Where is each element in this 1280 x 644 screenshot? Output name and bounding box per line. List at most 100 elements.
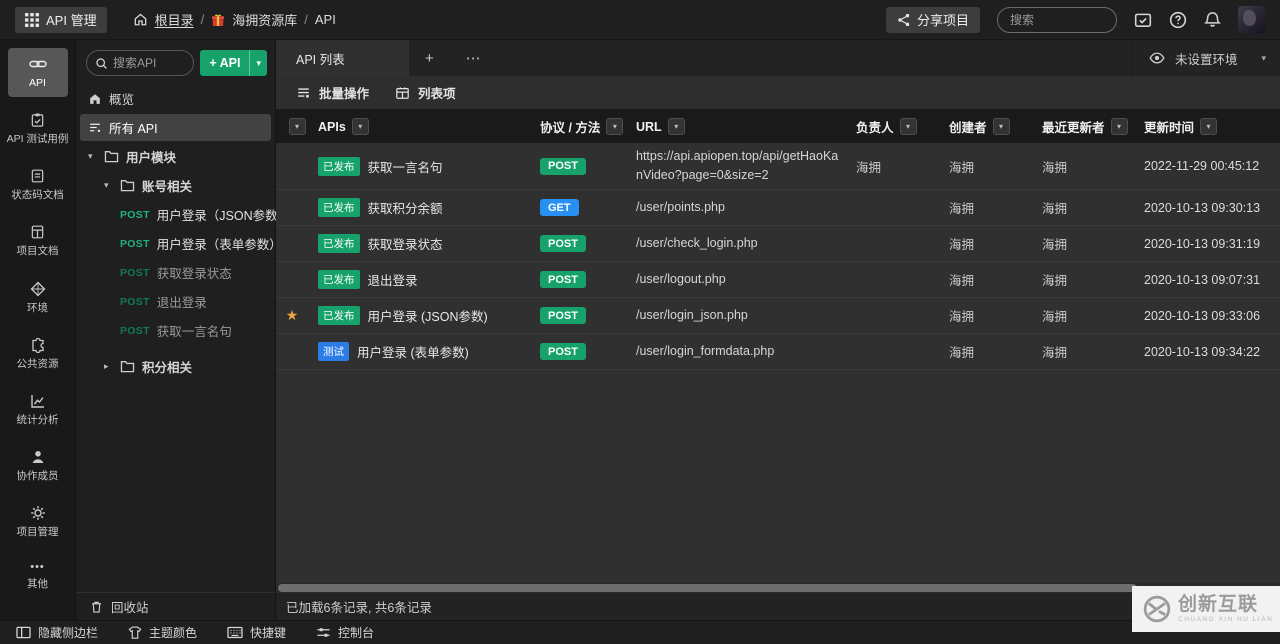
tree-api-item[interactable]: POST 获取登录状态 <box>80 259 271 286</box>
api-search-box[interactable] <box>86 50 195 76</box>
breadcrumb-page: API <box>314 12 336 27</box>
table-row[interactable]: 已发布 获取积分余额 GET /user/points.php 海拥 海拥 202… <box>276 190 1280 226</box>
sidebar-item-project-doc[interactable]: 项目文档 <box>8 216 68 265</box>
tree-api-item[interactable]: POST 退出登录 <box>80 288 271 315</box>
scrollbar-thumb[interactable] <box>278 584 1137 592</box>
method-badge: POST <box>540 271 586 288</box>
sidebar-item-members[interactable]: 协作成员 <box>8 441 68 490</box>
breadcrumb-root[interactable]: 根目录 <box>155 10 194 29</box>
select-all-dropdown[interactable]: ▾ <box>288 118 306 135</box>
add-api-button[interactable]: + API ▾ <box>200 50 267 76</box>
statistics-chart-icon <box>30 394 44 408</box>
col-updated-filter[interactable]: ▾ <box>1200 118 1218 135</box>
folder-icon <box>104 151 119 163</box>
col-updater: 最近更新者 <box>1042 121 1105 135</box>
table-header: ▾ APIs ▾ 协议 / 方法 ▾ URL ▾ 负责人 ▾ 创建者 ▾ 最近更新者 ▾ 更… <box>276 110 1280 143</box>
horizontal-scrollbar <box>276 583 1280 593</box>
public-resources-puzzle-icon <box>31 337 44 353</box>
folder-icon <box>120 180 135 192</box>
console-button[interactable]: 控制台 <box>316 624 374 641</box>
col-owner-filter[interactable]: ▾ <box>899 118 917 135</box>
table-row[interactable]: 已发布 获取一言名句 POST https://api.apiopen.top/a… <box>276 143 1280 190</box>
share-project-button[interactable]: 分享项目 <box>885 6 980 33</box>
environment-gem-icon <box>30 281 45 296</box>
test-case-icon <box>31 113 44 127</box>
recycle-bin-button[interactable]: 回收站 <box>76 592 275 620</box>
sidebar-item-status-doc[interactable]: 状态码文档 <box>8 160 68 209</box>
trash-icon <box>92 601 101 613</box>
user-avatar[interactable] <box>1238 5 1266 34</box>
tree-item-overview[interactable]: 概览 <box>80 85 271 112</box>
api-search-input[interactable] <box>113 56 183 70</box>
tab-api-list[interactable]: API 列表 <box>276 40 409 76</box>
sidebar-item-more[interactable]: ••• 其他 <box>8 553 68 598</box>
batch-actions-button[interactable]: 批量操作 <box>296 83 369 102</box>
col-updated: 更新时间 <box>1144 121 1195 135</box>
breadcrumb: 根目录 / 海拥资源库 / API <box>133 10 336 29</box>
tree-folder-points[interactable]: ▸ 积分相关 <box>80 353 271 380</box>
status-badge: 已发布 <box>318 198 360 217</box>
help-icon[interactable] <box>1169 11 1187 29</box>
table-row[interactable]: 测试 用户登录 (表单参数) POST /user/login_formdata.… <box>276 334 1280 370</box>
col-updater-filter[interactable]: ▾ <box>1110 118 1128 135</box>
global-search-input[interactable] <box>997 6 1117 33</box>
columns-grid-icon <box>396 86 409 99</box>
list-toolbar: 批量操作 列表项 <box>276 76 1280 110</box>
status-badge: 已发布 <box>318 270 360 289</box>
sidebar-item-public-resources[interactable]: 公共资源 <box>8 329 68 378</box>
sidebar-item-project-settings[interactable]: 项目管理 <box>8 497 68 546</box>
status-doc-icon <box>31 169 44 183</box>
col-creator: 创建者 <box>949 121 987 135</box>
environment-selector[interactable]: 未设置环境 ▾ <box>1131 40 1280 76</box>
status-badge: 已发布 <box>318 306 360 325</box>
nav-sidebar: API API 测试用例 状态码文档 项目文档 环境 公共资源 统计分析 协作成… <box>0 40 76 620</box>
batch-list-icon <box>298 87 309 98</box>
shortcuts-button[interactable]: 快捷键 <box>227 624 286 641</box>
changelog-icon[interactable] <box>1134 11 1152 29</box>
environment-caret-icon: ▾ <box>1261 52 1266 63</box>
api-table-body: 已发布 获取一言名句 POST https://api.apiopen.top/a… <box>276 143 1280 370</box>
chevron-down-icon[interactable]: ▾ <box>104 180 113 191</box>
notifications-bell-icon[interactable] <box>1204 11 1221 28</box>
all-apis-filter-icon <box>90 123 100 132</box>
app-menu-button[interactable]: API 管理 <box>15 6 107 33</box>
sidebar-item-api[interactable]: API <box>7 48 68 98</box>
sidebar-item-statistics[interactable]: 统计分析 <box>8 385 68 434</box>
top-bar: API 管理 根目录 / 海拥资源库 / API 分享项目 <box>0 0 1280 40</box>
table-row[interactable]: 已发布 获取登录状态 POST /user/check_login.php 海拥 … <box>276 226 1280 262</box>
table-row[interactable]: ★ 已发布 用户登录 (JSON参数) POST /user/login_json… <box>276 298 1280 334</box>
breadcrumb-project[interactable]: 海拥资源库 <box>232 10 297 29</box>
status-badge: 测试 <box>318 342 349 361</box>
tree-folder-account[interactable]: ▾ 账号相关 <box>80 172 271 199</box>
favorite-star-icon[interactable]: ★ <box>286 307 299 324</box>
hide-sidebar-button[interactable]: 隐藏侧边栏 <box>16 624 98 641</box>
col-method: 协议 / 方法 <box>540 121 601 135</box>
col-apis: APIs <box>318 119 346 134</box>
tree-api-item[interactable]: POST 获取一言名句 <box>80 317 271 344</box>
col-url-filter[interactable]: ▾ <box>667 118 685 135</box>
share-project-label: 分享项目 <box>916 13 969 28</box>
chevron-down-icon[interactable]: ▾ <box>88 151 97 162</box>
table-row[interactable]: 已发布 退出登录 POST /user/logout.php 海拥 海拥 2020… <box>276 262 1280 298</box>
add-api-caret-icon[interactable]: ▾ <box>249 50 267 76</box>
tree-folder-user-module[interactable]: ▾ 用户模块 <box>80 143 271 170</box>
method-badge: GET <box>540 199 579 216</box>
tree-api-item[interactable]: POST 用户登录（表单参数） <box>80 230 282 257</box>
environment-label: 未设置环境 <box>1174 52 1238 67</box>
list-columns-button[interactable]: 列表项 <box>395 83 456 102</box>
tab-overflow-button[interactable]: ⋯ <box>450 40 497 76</box>
sidebar-item-test-cases[interactable]: API 测试用例 <box>7 104 68 153</box>
theme-color-button[interactable]: 主题颜色 <box>128 624 197 641</box>
col-owner: 负责人 <box>856 121 894 135</box>
more-dots-icon: ••• <box>30 561 45 574</box>
col-method-filter[interactable]: ▾ <box>606 118 624 135</box>
watermark-logo-icon <box>1143 595 1171 623</box>
tree-item-all-apis[interactable]: 所有 API <box>80 114 271 141</box>
col-creator-filter[interactable]: ▾ <box>992 118 1010 135</box>
col-apis-filter[interactable]: ▾ <box>351 118 369 135</box>
project-settings-gear-icon <box>30 506 45 520</box>
new-tab-button[interactable]: + <box>409 40 450 76</box>
sidebar-item-environment[interactable]: 环境 <box>8 273 68 322</box>
tree-api-item[interactable]: POST 用户登录（JSON参数） <box>80 201 290 228</box>
chevron-right-icon[interactable]: ▸ <box>104 361 113 372</box>
